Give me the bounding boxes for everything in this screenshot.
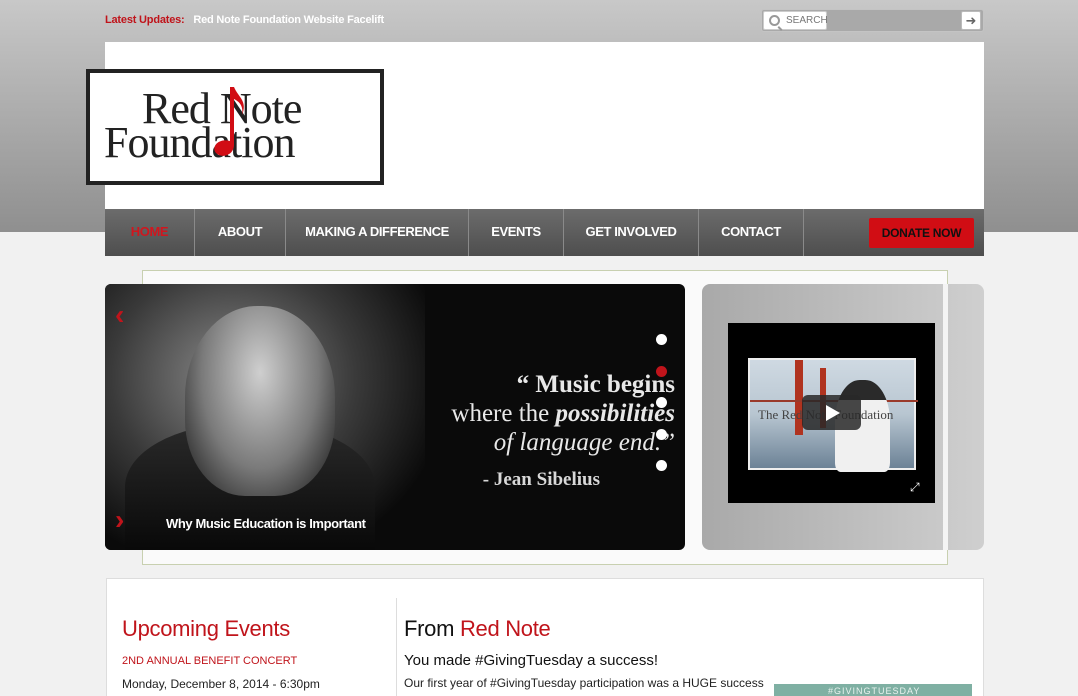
main-nav: HOME ABOUT MAKING A DIFFERENCE EVENTS GE… [105,209,984,256]
slider[interactable]: “ Music begins where the possibilities o… [105,284,685,550]
latest-updates-bar: Latest Updates: Red Note Foundation Webs… [105,14,384,26]
column-divider [396,598,397,696]
chevron-right-icon[interactable]: › [115,506,124,534]
chevron-left-icon[interactable]: ‹ [115,301,124,329]
quote-author: - Jean Sibelius [482,469,600,490]
search-input[interactable]: SEARCH [763,11,828,30]
music-note-icon [214,87,244,156]
quote-line-2a: where the [451,400,556,427]
arrow-right-icon: ➜ [965,13,977,28]
search-icon [769,15,780,26]
play-icon[interactable] [802,395,861,430]
nav-contact[interactable]: CONTACT [699,209,804,256]
nav-events[interactable]: EVENTS [469,209,564,256]
logo[interactable]: Red Note Foundation [86,69,384,185]
quote-line-1: “ Music begins [516,371,675,398]
event-title-link[interactable]: 2ND ANNUAL BENEFIT CONCERT [122,655,297,667]
slider-dot-2[interactable] [656,365,667,377]
slider-dot-3[interactable] [656,397,667,408]
search-submit-button[interactable]: ➜ [961,11,981,30]
nav-get-involved[interactable]: GET INVOLVED [564,209,699,256]
post-excerpt: Our first year of #GivingTuesday partici… [404,676,764,690]
blog-heading-red: Red Note [459,616,551,641]
slider-dot-4[interactable] [656,428,667,440]
latest-updates-label: Latest Updates: [105,14,185,26]
upcoming-events-heading: Upcoming Events [122,616,290,641]
donate-button[interactable]: DONATE NOW [869,218,974,248]
search-box: SEARCH ➜ [761,9,984,32]
slider-dot-1[interactable] [656,334,667,345]
video-player[interactable]: The Red Note Foundation ⤢ [728,323,935,503]
nav-home[interactable]: HOME [105,209,195,256]
slide-caption[interactable]: Why Music Education is Important [166,516,366,531]
slider-pagination [656,334,667,492]
nav-making-a-difference[interactable]: MAKING A DIFFERENCE [286,209,469,256]
logo-line-2: Foundation [104,118,295,167]
event-date: Monday, December 8, 2014 - 6:30pm [122,677,320,691]
search-placeholder: SEARCH [786,15,828,26]
post-thumbnail-text: #GIVINGTUESDAY [828,686,921,696]
quote-line-2: where the possibilities [375,399,675,428]
slider-dot-5[interactable] [656,460,667,471]
blog-heading: From Red Note [404,616,551,642]
quote-line-3: of language end.” [493,429,675,456]
post-thumbnail[interactable]: #GIVINGTUESDAY [774,684,972,696]
slide-photo-head [185,306,335,496]
blog-heading-plain: From [404,616,460,641]
fullscreen-icon[interactable]: ⤢ [910,480,920,495]
post-title-link[interactable]: You made #GivingTuesday a success! [404,652,658,669]
latest-update-link[interactable]: Red Note Foundation Website Facelift [193,14,384,26]
slide-quote: “ Music begins where the possibilities o… [375,370,675,494]
nav-about[interactable]: ABOUT [195,209,286,256]
